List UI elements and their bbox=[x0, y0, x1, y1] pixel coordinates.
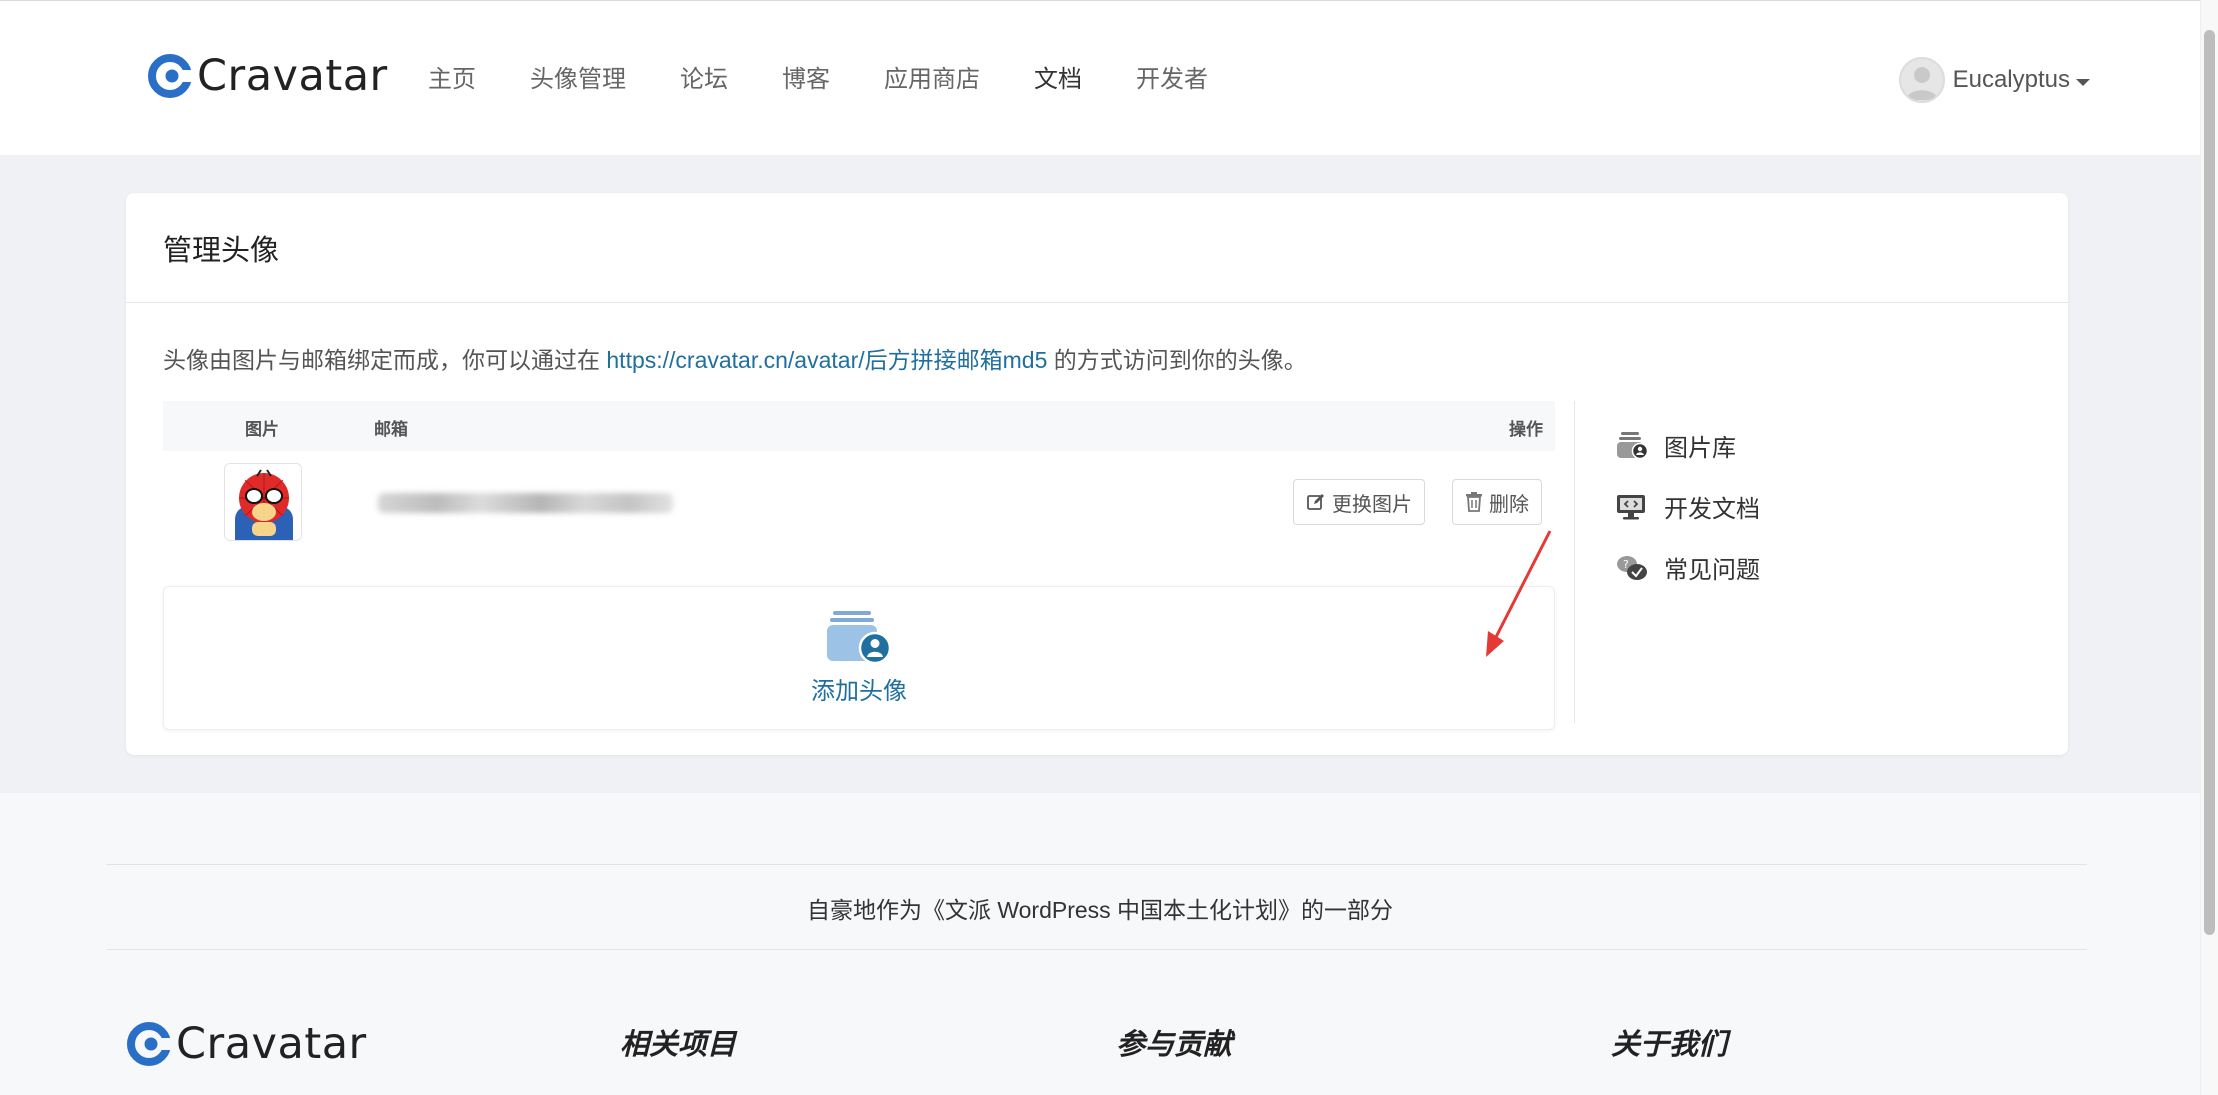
footer-divider bbox=[107, 864, 2087, 865]
spiderman-duck-avatar-icon bbox=[225, 464, 301, 540]
nav-item-app-store[interactable]: 应用商店 bbox=[884, 59, 980, 94]
footer-divider bbox=[107, 949, 2087, 950]
faq-icon: ? bbox=[1617, 555, 1647, 580]
side-item-dev-docs[interactable]: 开发文档 bbox=[1616, 476, 1760, 537]
nav-item-home[interactable]: 主页 bbox=[428, 59, 476, 94]
nav-item-blog[interactable]: 博客 bbox=[782, 59, 830, 94]
col-header-email: 邮箱 bbox=[374, 420, 408, 439]
nav-item-avatar-manage[interactable]: 头像管理 bbox=[530, 59, 626, 94]
side-item-image-library[interactable]: 图片库 bbox=[1616, 415, 1760, 476]
col-header-actions: 操作 bbox=[1509, 420, 1543, 439]
trash-icon bbox=[1466, 492, 1482, 512]
nav-item-developer[interactable]: 开发者 bbox=[1136, 59, 1208, 94]
dev-docs-icon bbox=[1617, 494, 1645, 519]
avatar-url-link[interactable]: https://cravatar.cn/avatar/后方拼接邮箱md5 bbox=[606, 347, 1047, 373]
card-header: 管理头像 bbox=[126, 193, 2068, 303]
side-item-label: 常见问题 bbox=[1664, 557, 1760, 584]
add-avatar-button[interactable]: 添加头像 bbox=[163, 586, 1555, 730]
table-header: 图片 邮箱 操作 bbox=[163, 401, 1555, 451]
main-nav: 主页 头像管理 论坛 博客 应用商店 文档 开发者 bbox=[428, 59, 1262, 94]
side-item-label: 图片库 bbox=[1664, 435, 1736, 462]
user-name: Eucalyptus bbox=[1952, 66, 2070, 93]
footer-proud-text[interactable]: 自豪地作为《文派 WordPress 中国本土化计划》的一部分 bbox=[0, 891, 2200, 925]
brand-name: Cravatar bbox=[197, 51, 388, 101]
nav-item-forum[interactable]: 论坛 bbox=[680, 59, 728, 94]
intro-text: 头像由图片与邮箱绑定而成，你可以通过在 https://cravatar.cn/… bbox=[163, 341, 1307, 375]
side-item-faq[interactable]: ? 常见问题 bbox=[1616, 537, 1760, 598]
change-image-label: 更换图片 bbox=[1332, 493, 1412, 516]
page-title: 管理头像 bbox=[163, 234, 280, 267]
footer-col-related-projects: 相关项目 bbox=[620, 1029, 737, 1061]
page-scrollbar[interactable] bbox=[2200, 0, 2218, 1095]
column-divider bbox=[1574, 401, 1575, 723]
user-menu[interactable]: Eucalyptus bbox=[1898, 57, 2090, 103]
scrollbar-thumb[interactable] bbox=[2204, 30, 2215, 935]
footer-col-about-us: 关于我们 bbox=[1611, 1029, 1728, 1061]
add-avatar-label: 添加头像 bbox=[811, 677, 907, 705]
chevron-down-icon bbox=[2076, 78, 2090, 86]
intro-suffix: 的方式访问到你的头像。 bbox=[1047, 347, 1307, 373]
avatar-thumbnail[interactable] bbox=[224, 463, 302, 541]
table-row: •••••••••••••••••••• 更换图片 删除 bbox=[163, 451, 1555, 574]
nav-item-docs[interactable]: 文档 bbox=[1034, 59, 1082, 94]
email-value-blurred: •••••••••••••••••••• bbox=[378, 493, 673, 513]
add-avatar-icon bbox=[827, 610, 891, 664]
delete-label: 删除 bbox=[1489, 493, 1529, 516]
page-footer: 自豪地作为《文派 WordPress 中国本土化计划》的一部分 Cravatar… bbox=[0, 793, 2200, 1095]
change-image-button[interactable]: 更换图片 bbox=[1293, 479, 1425, 525]
intro-prefix: 头像由图片与邮箱绑定而成，你可以通过在 bbox=[163, 347, 607, 373]
edit-icon bbox=[1307, 494, 1324, 510]
brand-name: Cravatar bbox=[176, 1019, 367, 1069]
col-header-image: 图片 bbox=[245, 420, 279, 439]
footer-col-contribute: 参与贡献 bbox=[1116, 1029, 1233, 1061]
cravatar-logo-icon bbox=[148, 54, 193, 98]
avatar-table: 图片 邮箱 操作 •••••••••••••••••••• bbox=[163, 401, 1555, 730]
cravatar-logo-icon bbox=[127, 1022, 172, 1066]
side-item-label: 开发文档 bbox=[1664, 496, 1760, 523]
side-menu: 图片库 开发文档 ? 常见问题 bbox=[1616, 415, 1760, 598]
user-avatar bbox=[1898, 57, 1945, 103]
default-user-icon bbox=[1905, 67, 1938, 100]
delete-button[interactable]: 删除 bbox=[1452, 479, 1542, 525]
image-library-icon bbox=[1617, 431, 1648, 459]
cravatar-logo[interactable]: Cravatar bbox=[147, 51, 388, 101]
footer-logo[interactable]: Cravatar bbox=[126, 1019, 367, 1069]
manage-avatar-card: 管理头像 头像由图片与邮箱绑定而成，你可以通过在 https://cravata… bbox=[126, 193, 2068, 755]
top-navbar: Cravatar 主页 头像管理 论坛 博客 应用商店 文档 开发者 Eucal… bbox=[0, 0, 2200, 155]
